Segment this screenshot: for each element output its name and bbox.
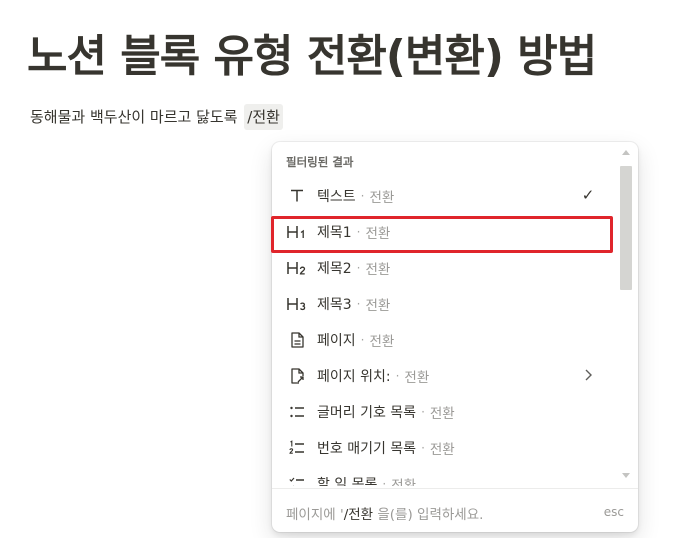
- menu-item-heading2[interactable]: 제목2 · 전환: [272, 250, 620, 286]
- menu-item-numbered-list[interactable]: 번호 매기기 목록 · 전환: [272, 430, 620, 466]
- menu-item-page[interactable]: 페이지 · 전환: [272, 322, 620, 358]
- menu-item-heading3[interactable]: 제목3 · 전환: [272, 286, 620, 322]
- menu-item-desc: 전환: [365, 262, 391, 278]
- menu-item-desc: 전환: [391, 478, 417, 486]
- footer-hint-suffix: 을(를) 입력하세요.: [373, 507, 484, 523]
- menu-list: 텍스트 · 전환 ✓ 제목1 · 전환 제목2 · 전환 제목3 · 전환 페이…: [272, 176, 620, 486]
- menu-item-desc: 전환: [365, 298, 391, 314]
- menu-item-bulleted-list[interactable]: 글머리 기호 목록 · 전환: [272, 394, 620, 430]
- footer-hint-prefix: 페이지에 ': [286, 507, 344, 523]
- menu-item-label: 글머리 기호 목록: [317, 405, 417, 421]
- footer-hint: 페이지에 '/전환 을(를) 입력하세요.: [286, 503, 483, 523]
- menu-scrollbar[interactable]: [618, 148, 634, 484]
- notion-page: 노션 블록 유형 전환(변환) 방법 동해물과 백두산이 마르고 닳도록 /전환…: [0, 0, 680, 538]
- menu-item-label: 페이지: [317, 333, 356, 349]
- menu-item-separator: ·: [356, 261, 361, 275]
- page-icon: [286, 329, 308, 351]
- menu-item-separator: ·: [360, 189, 365, 203]
- menu-item-label: 할 일 목록: [317, 477, 378, 486]
- menu-footer: 페이지에 '/전환 을(를) 입력하세요. esc: [272, 488, 638, 532]
- checkmark-icon: ✓: [581, 186, 595, 204]
- heading1-icon: [286, 221, 308, 243]
- slash-command-text: /전환: [244, 104, 283, 130]
- menu-section-label: 필터링된 결과: [286, 155, 354, 169]
- menu-item-desc: 전환: [365, 226, 391, 242]
- menu-item-separator: ·: [382, 477, 387, 486]
- menu-item-desc: 전환: [429, 406, 455, 422]
- menu-item-separator: ·: [360, 333, 365, 347]
- menu-item-label: 제목3: [317, 297, 352, 313]
- scroll-thumb[interactable]: [620, 166, 632, 290]
- slash-command-menu: 필터링된 결과 텍스트 · 전환 ✓ 제목1 · 전환 제목2 · 전환 제목3…: [272, 142, 638, 532]
- menu-item-desc: 전환: [404, 370, 430, 386]
- footer-hint-command: /전환: [343, 507, 374, 523]
- esc-hint[interactable]: esc: [604, 505, 624, 519]
- block-text: 동해물과 백두산이 마르고 닳도록: [30, 108, 238, 126]
- menu-item-heading1[interactable]: 제목1 · 전환: [272, 214, 620, 250]
- scroll-down-arrow-icon[interactable]: [622, 473, 630, 478]
- chevron-right-icon: [580, 367, 596, 383]
- menu-item-label: 번호 매기기 목록: [317, 441, 417, 457]
- menu-item-todo-list[interactable]: 할 일 목록 · 전환: [272, 466, 620, 486]
- menu-item-separator: ·: [395, 369, 400, 383]
- text-icon: [286, 185, 308, 207]
- menu-item-desc: 전환: [369, 334, 395, 350]
- todo-list-icon: [286, 473, 308, 486]
- bulleted-list-icon: [286, 401, 308, 423]
- text-block[interactable]: 동해물과 백두산이 마르고 닳도록 /전환: [30, 104, 283, 130]
- scroll-up-arrow-icon[interactable]: [622, 150, 630, 155]
- menu-item-text[interactable]: 텍스트 · 전환 ✓: [272, 178, 620, 214]
- menu-item-separator: ·: [356, 225, 361, 239]
- numbered-list-icon: [286, 437, 308, 459]
- menu-item-desc: 전환: [369, 190, 395, 206]
- heading3-icon: [286, 293, 308, 315]
- menu-item-separator: ·: [356, 297, 361, 311]
- page-location-icon: [286, 365, 308, 387]
- menu-item-label: 텍스트: [317, 189, 356, 205]
- menu-item-desc: 전환: [429, 442, 455, 458]
- page-title: 노션 블록 유형 전환(변환) 방법: [27, 31, 597, 82]
- menu-item-separator: ·: [421, 405, 425, 419]
- menu-item-separator: ·: [421, 441, 425, 455]
- menu-item-label: 제목1: [317, 225, 352, 241]
- menu-item-label: 페이지 위치:: [317, 369, 391, 385]
- menu-item-page-location[interactable]: 페이지 위치: · 전환: [272, 358, 620, 394]
- menu-item-label: 제목2: [317, 261, 352, 277]
- heading2-icon: [286, 257, 308, 279]
